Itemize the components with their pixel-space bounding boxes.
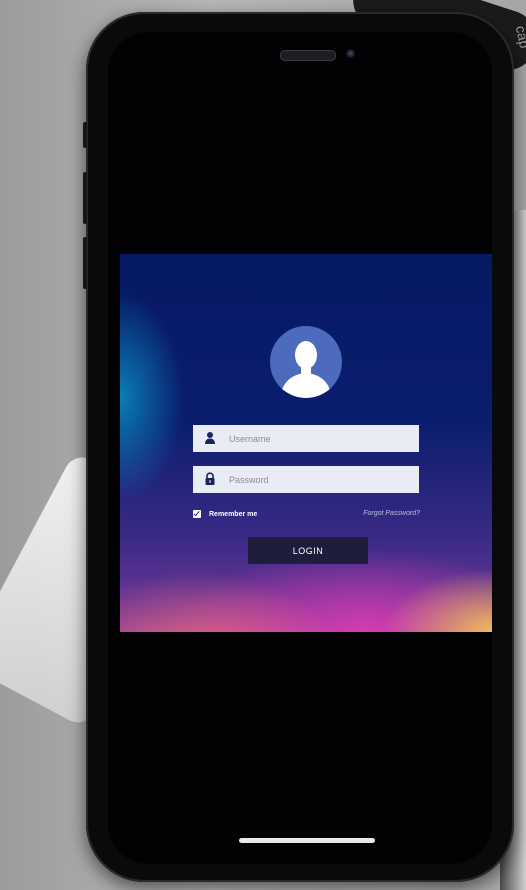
background-object-text: cap (513, 24, 526, 50)
earpiece-speaker (280, 50, 336, 61)
user-avatar-icon (270, 326, 342, 398)
remember-me-checkbox[interactable] (193, 510, 201, 518)
smartphone: Remember me Forgot Password? LOGIN (83, 12, 514, 882)
user-icon (205, 432, 215, 444)
phone-screen: Remember me Forgot Password? LOGIN (108, 32, 492, 864)
login-screen: Remember me Forgot Password? LOGIN (120, 254, 492, 632)
front-camera (346, 49, 355, 58)
password-field[interactable] (193, 466, 419, 493)
mute-switch (83, 122, 87, 148)
login-button[interactable]: LOGIN (248, 537, 368, 564)
forgot-password-link[interactable]: Forgot Password? (363, 510, 420, 517)
home-indicator[interactable] (239, 838, 375, 843)
volume-down-button (83, 237, 87, 289)
remember-me-label: Remember me (209, 510, 258, 518)
username-field[interactable] (193, 425, 419, 452)
volume-up-button (83, 172, 87, 224)
lock-icon (205, 472, 215, 485)
password-input[interactable] (229, 466, 409, 493)
remember-me-row[interactable]: Remember me (193, 510, 257, 518)
username-input[interactable] (229, 425, 409, 452)
